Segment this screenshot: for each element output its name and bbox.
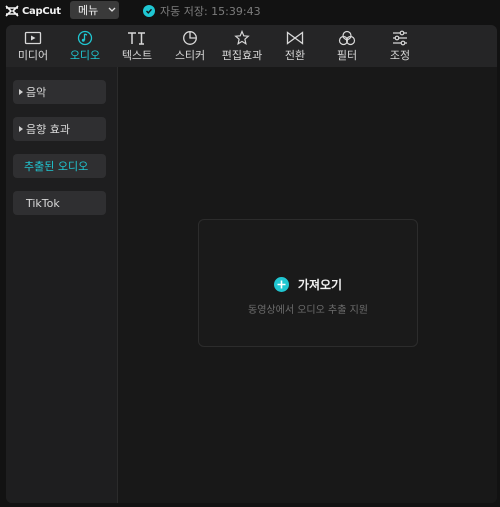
top-bar: CapCut 메뉴 자동 저장: 15:39:43	[0, 0, 500, 23]
sticker-icon	[182, 29, 198, 46]
sidebar-item-label: TikTok	[26, 196, 60, 210]
tab-transition[interactable]: 전환	[268, 29, 322, 63]
caret-right-icon	[19, 89, 23, 95]
autosave-text: 자동 저장: 15:39:43	[160, 5, 261, 18]
app-name: CapCut	[22, 5, 61, 17]
tab-effects[interactable]: 편집효과	[215, 29, 269, 63]
sidebar-item-label: 추출된 오디오	[24, 160, 89, 173]
content-area: 가져오기 동영상에서 오디오 추출 지원	[118, 67, 497, 503]
check-circle-icon	[143, 5, 155, 17]
sidebar-item-label: 음악	[26, 86, 47, 99]
sidebar-item-label: 음향 효과	[26, 123, 70, 136]
tab-audio[interactable]: 오디오	[58, 29, 112, 63]
tab-media[interactable]: 미디어	[6, 29, 60, 63]
tab-text-label: 텍스트	[121, 49, 153, 62]
effects-icon	[234, 29, 250, 46]
transition-icon	[286, 29, 304, 46]
filter-icon	[338, 29, 356, 46]
capcut-logo-icon	[5, 5, 19, 17]
import-label: 가져오기	[297, 278, 343, 292]
import-button[interactable]: 가져오기	[199, 276, 417, 293]
sidebar-item-tiktok[interactable]: TikTok	[13, 191, 106, 215]
autosave-status: 자동 저장: 15:39:43	[143, 3, 261, 19]
chevron-down-icon	[108, 7, 116, 12]
plus-icon	[273, 277, 289, 292]
sidebar-item-extracted-audio[interactable]: 추출된 오디오	[13, 154, 106, 178]
sidebar-item-music[interactable]: 음악	[13, 80, 106, 104]
tab-filter-label: 필터	[336, 49, 358, 62]
tab-transition-label: 전환	[284, 49, 306, 62]
tab-audio-label: 오디오	[69, 49, 101, 62]
sidebar-item-sound-effects[interactable]: 음향 효과	[13, 117, 106, 141]
adjust-icon	[391, 29, 409, 46]
menu-button-label: 메뉴	[78, 4, 99, 17]
tab-sticker[interactable]: 스티커	[163, 29, 217, 63]
audio-sidebar: 음악 음향 효과 추출된 오디오 TikTok	[6, 67, 118, 503]
tab-adjust[interactable]: 조정	[373, 29, 427, 63]
tab-media-label: 미디어	[17, 49, 49, 62]
tab-adjust-label: 조정	[389, 49, 411, 62]
audio-icon	[77, 29, 93, 46]
caret-right-icon	[19, 126, 23, 132]
menu-button[interactable]: 메뉴	[70, 1, 119, 19]
text-icon	[127, 29, 147, 46]
import-drop-zone[interactable]: 가져오기 동영상에서 오디오 추출 지원	[198, 219, 418, 347]
app-logo: CapCut	[5, 4, 61, 18]
tab-sticker-label: 스티커	[174, 49, 206, 62]
category-tabs: 미디어 오디오 텍스트 스티커 편집효과 전환 필터 조정	[6, 25, 497, 67]
tab-text[interactable]: 텍스트	[110, 29, 164, 63]
tab-filter[interactable]: 필터	[320, 29, 374, 63]
media-panel: 미디어 오디오 텍스트 스티커 편집효과 전환 필터 조정 음악 음향 효과 추…	[6, 25, 497, 503]
import-hint: 동영상에서 오디오 추출 지원	[248, 305, 368, 316]
media-icon	[24, 29, 42, 46]
tab-effects-label: 편집효과	[221, 49, 263, 62]
